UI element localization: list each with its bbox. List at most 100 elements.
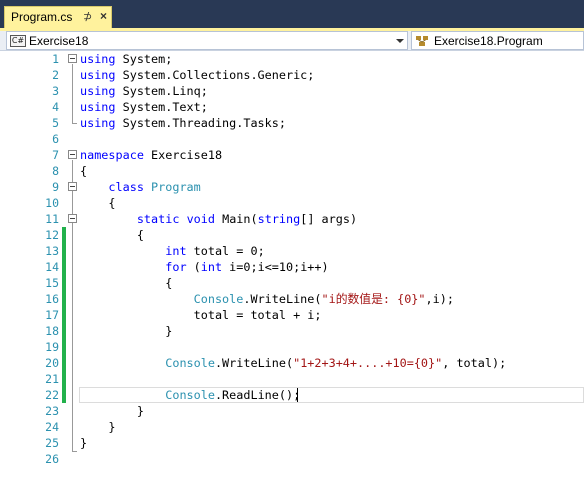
line-number: 22 xyxy=(45,388,59,402)
code-line[interactable]: 25} xyxy=(0,435,584,451)
line-number: 14 xyxy=(45,260,59,274)
code-token: , total); xyxy=(442,356,507,370)
line-number: 17 xyxy=(45,308,59,322)
code-token: Main( xyxy=(214,212,258,226)
code-line[interactable]: 2 using System.Collections.Generic; xyxy=(0,67,584,83)
line-number: 19 xyxy=(45,340,59,354)
tab-label: Program.cs xyxy=(11,10,73,24)
code-token: { xyxy=(80,164,88,178)
code-token: ,i); xyxy=(425,292,454,306)
type-dropdown[interactable]: Exercise18.Program xyxy=(411,31,584,50)
line-number: 15 xyxy=(45,276,59,290)
code-line[interactable]: 6 xyxy=(0,131,584,147)
code-line[interactable]: 7 namespace Exercise18 xyxy=(0,147,584,163)
code-text[interactable]: { xyxy=(80,227,144,243)
line-number: 1 xyxy=(52,52,59,66)
tab-program-cs[interactable]: Program.cs ⊅ × xyxy=(4,6,112,29)
code-line[interactable]: 21 xyxy=(0,371,584,387)
code-text[interactable]: { xyxy=(80,275,172,291)
code-text[interactable]: int total = 0; xyxy=(80,243,264,259)
code-line[interactable]: 17 total = total + i; xyxy=(0,307,584,323)
code-token: .WriteLine( xyxy=(243,292,322,306)
pin-icon[interactable]: ⊅ xyxy=(83,10,92,23)
code-text[interactable]: } xyxy=(80,435,87,451)
code-text[interactable]: } xyxy=(80,323,172,339)
line-number: 4 xyxy=(52,100,59,114)
line-number: 24 xyxy=(45,420,59,434)
project-dropdown[interactable]: C# Exercise18 xyxy=(6,31,408,50)
code-editor[interactable]: 1 using System; 2 using System.Collections.… xyxy=(0,51,584,484)
code-text[interactable]: Console.WriteLine("1+2+3+4+....+10={0}",… xyxy=(80,355,506,371)
code-line[interactable]: 22 Console.ReadLine(); xyxy=(0,387,584,403)
code-token: { xyxy=(80,196,116,210)
code-text[interactable]: using System; xyxy=(80,51,172,67)
code-token: namespace xyxy=(80,148,144,162)
code-token: static xyxy=(136,212,180,226)
code-line[interactable]: 15 { xyxy=(0,275,584,291)
code-line[interactable]: 3 using System.Linq; xyxy=(0,83,584,99)
code-line[interactable]: 20 Console.WriteLine("1+2+3+4+....+10={0… xyxy=(0,355,584,371)
code-line[interactable]: 5 using System.Threading.Tasks; xyxy=(0,115,584,131)
code-token: } xyxy=(80,436,88,450)
code-text[interactable]: Console.WriteLine("i的数值是: {0}",i); xyxy=(80,291,454,307)
code-line[interactable]: 14 for (int i=0;i<=10;i++) xyxy=(0,259,584,275)
code-token: Console xyxy=(193,292,244,306)
code-text[interactable]: using System.Threading.Tasks; xyxy=(80,115,286,131)
code-text[interactable]: using System.Collections.Generic; xyxy=(80,67,314,83)
code-token: for xyxy=(165,260,187,274)
code-text[interactable]: static void Main(string[] args) xyxy=(80,211,357,227)
line-number: 23 xyxy=(45,404,59,418)
code-token: System.Text; xyxy=(115,100,208,114)
code-text[interactable]: class Program xyxy=(80,179,200,195)
code-token: using xyxy=(80,84,116,98)
code-text[interactable]: using System.Linq; xyxy=(80,83,208,99)
code-line[interactable]: 10 { xyxy=(0,195,584,211)
csharp-project-icon: C# xyxy=(10,35,26,47)
code-line[interactable]: 26 xyxy=(0,451,584,467)
line-number: 18 xyxy=(45,324,59,338)
code-line[interactable]: 23 } xyxy=(0,403,584,419)
code-token: int xyxy=(165,244,187,258)
code-text[interactable]: Console.ReadLine(); xyxy=(80,387,300,403)
code-line[interactable]: 1 using System; xyxy=(0,51,584,67)
type-dropdown-value: Exercise18.Program xyxy=(434,34,543,48)
code-token: Exercise18 xyxy=(143,148,223,162)
code-token: using xyxy=(80,100,116,114)
code-text[interactable]: using System.Text; xyxy=(80,99,208,115)
code-text[interactable]: for (int i=0;i<=10;i++) xyxy=(80,259,328,275)
code-token: Console xyxy=(165,356,215,370)
code-line[interactable]: 18 } xyxy=(0,323,584,339)
code-line[interactable]: 16 Console.WriteLine("i的数值是: {0}",i); xyxy=(0,291,584,307)
line-number: 8 xyxy=(52,164,59,178)
code-text[interactable]: total = total + i; xyxy=(80,307,322,323)
close-icon[interactable]: × xyxy=(100,9,107,23)
code-line[interactable]: 9 class Program xyxy=(0,179,584,195)
code-line[interactable]: 4 using System.Text; xyxy=(0,99,584,115)
code-line[interactable]: 8{ xyxy=(0,163,584,179)
code-token: using xyxy=(80,52,116,66)
line-number: 13 xyxy=(45,244,59,258)
code-token: } xyxy=(80,324,173,338)
code-token: } xyxy=(80,420,116,434)
code-text[interactable]: } xyxy=(80,419,116,435)
code-line[interactable]: 19 xyxy=(0,339,584,355)
code-text[interactable]: { xyxy=(80,195,116,211)
code-line[interactable]: 13 int total = 0; xyxy=(0,243,584,259)
code-text[interactable]: namespace Exercise18 xyxy=(80,147,222,163)
line-number: 26 xyxy=(45,452,59,466)
code-line[interactable]: 11 static void Main(string[] args) xyxy=(0,211,584,227)
code-line[interactable]: 24 } xyxy=(0,419,584,435)
chevron-down-icon[interactable] xyxy=(396,39,404,43)
code-text[interactable]: { xyxy=(80,163,87,179)
line-number: 16 xyxy=(45,292,59,306)
code-line[interactable]: 12 { xyxy=(0,227,584,243)
line-number: 5 xyxy=(52,116,59,130)
code-token: string xyxy=(257,212,301,226)
code-text[interactable]: } xyxy=(80,403,144,419)
code-token: Console xyxy=(165,388,215,402)
